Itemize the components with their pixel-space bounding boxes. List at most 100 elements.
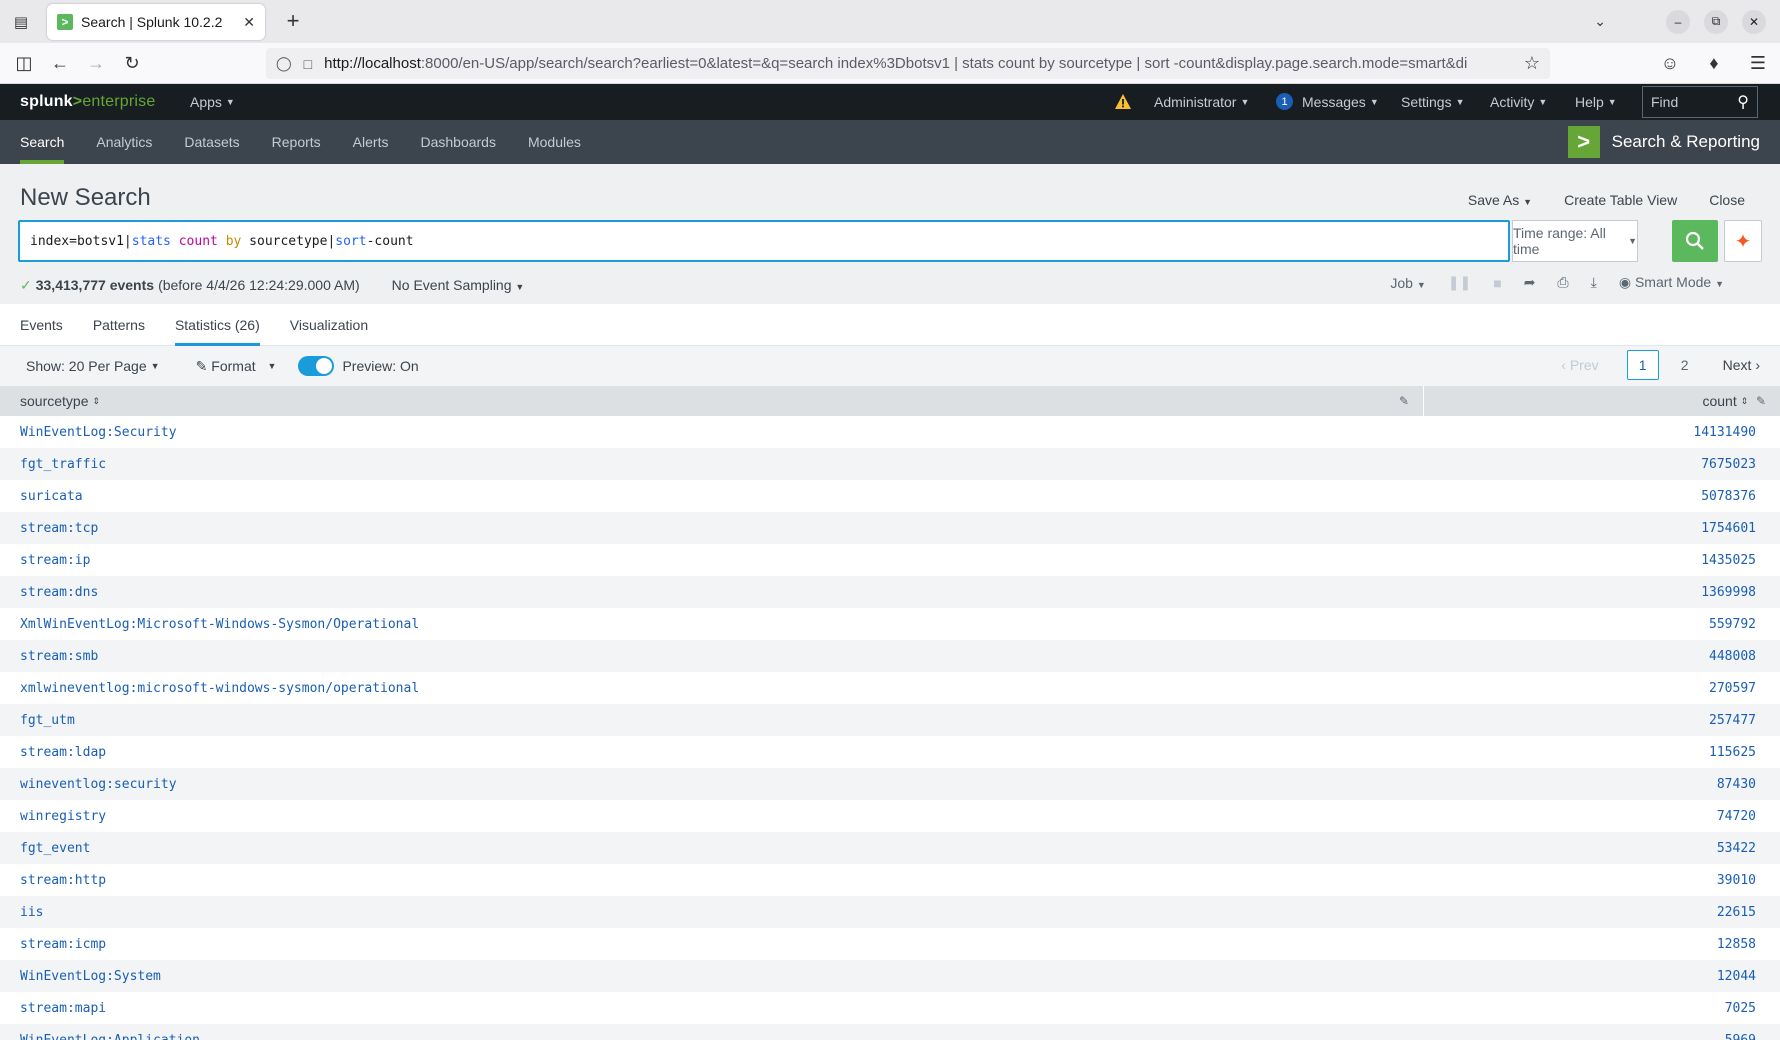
per-page-menu[interactable]: Show: 20 Per Page ▼: [26, 358, 160, 374]
sourcetype-cell[interactable]: stream:ip: [0, 553, 1424, 568]
job-menu[interactable]: Job ▼: [1390, 275, 1425, 291]
sourcetype-cell[interactable]: suricata: [0, 489, 1424, 504]
page-1-button[interactable]: 1: [1626, 350, 1659, 380]
count-cell[interactable]: 74720: [1424, 809, 1780, 824]
count-cell[interactable]: 7025: [1424, 1001, 1780, 1016]
close-button[interactable]: Close: [1709, 192, 1745, 208]
search-icon[interactable]: ⚲: [1737, 92, 1749, 112]
find-input[interactable]: Find ⚲: [1642, 86, 1758, 118]
count-cell[interactable]: 12044: [1424, 969, 1780, 984]
count-cell[interactable]: 39010: [1424, 873, 1780, 888]
sourcetype-cell[interactable]: stream:http: [0, 873, 1424, 888]
account-icon[interactable]: ☺: [1658, 51, 1682, 75]
count-cell[interactable]: 12858: [1424, 937, 1780, 952]
splunk-logo[interactable]: splunk>enterprise: [20, 93, 155, 111]
count-cell[interactable]: 1754601: [1424, 521, 1780, 536]
sourcetype-cell[interactable]: WinEventLog:Application: [0, 1033, 1424, 1040]
sourcetype-cell[interactable]: stream:tcp: [0, 521, 1424, 536]
print-icon[interactable]: ⎙: [1557, 274, 1568, 291]
search-input[interactable]: index=botsv1 | stats count by sourcetype…: [18, 220, 1510, 262]
sourcetype-cell[interactable]: winregistry: [0, 809, 1424, 824]
app-nav-alerts[interactable]: Alerts: [353, 120, 389, 164]
ai-assistant-icon[interactable]: ✦: [1724, 220, 1762, 262]
count-cell[interactable]: 53422: [1424, 841, 1780, 856]
sourcetype-cell[interactable]: fgt_utm: [0, 713, 1424, 728]
smart-mode-menu[interactable]: ◉ Smart Mode ▼: [1619, 274, 1724, 291]
browser-tab[interactable]: > Search | Splunk 10.2.2 ✕: [47, 4, 265, 40]
pause-icon[interactable]: ❚❚: [1448, 274, 1471, 291]
tab-events[interactable]: Events: [20, 304, 63, 346]
new-tab-icon[interactable]: +: [280, 8, 306, 34]
count-cell[interactable]: 1435025: [1424, 553, 1780, 568]
bookmark-star-icon[interactable]: ☆: [1520, 51, 1544, 75]
tab-list-icon[interactable]: ▤: [0, 0, 42, 43]
edit-column-icon[interactable]: ✎: [1399, 394, 1409, 408]
sourcetype-cell[interactable]: stream:dns: [0, 585, 1424, 600]
search-button[interactable]: [1672, 220, 1718, 262]
sourcetype-cell[interactable]: WinEventLog:Security: [0, 425, 1424, 440]
sourcetype-cell[interactable]: xmlwineventlog:microsoft-windows-sysmon/…: [0, 681, 1424, 696]
format-menu[interactable]: ✎ Format ▼: [196, 358, 277, 375]
save-as-menu[interactable]: Save As ▼: [1468, 192, 1532, 208]
tab-statistics[interactable]: Statistics (26): [174, 304, 260, 346]
sourcetype-cell[interactable]: stream:icmp: [0, 937, 1424, 952]
app-title[interactable]: > Search & Reporting: [1567, 126, 1760, 158]
sourcetype-cell[interactable]: WinEventLog:System: [0, 969, 1424, 984]
sourcetype-cell[interactable]: stream:mapi: [0, 1001, 1424, 1016]
close-tab-icon[interactable]: ✕: [243, 14, 255, 31]
stop-icon[interactable]: ■: [1493, 275, 1501, 291]
sidebar-toggle-icon[interactable]: ◫: [12, 51, 36, 75]
export-icon[interactable]: ⤓: [1591, 274, 1597, 291]
count-cell[interactable]: 1369998: [1424, 585, 1780, 600]
minimize-icon[interactable]: –: [1666, 9, 1690, 34]
sourcetype-cell[interactable]: stream:ldap: [0, 745, 1424, 760]
app-nav-analytics[interactable]: Analytics: [96, 120, 152, 164]
close-window-icon[interactable]: ✕: [1742, 9, 1766, 34]
sourcetype-cell[interactable]: iis: [0, 905, 1424, 920]
edit-column-icon[interactable]: ✎: [1756, 394, 1766, 408]
count-cell[interactable]: 87430: [1424, 777, 1780, 792]
count-cell[interactable]: 448008: [1424, 649, 1780, 664]
extensions-icon[interactable]: ♦: [1702, 51, 1726, 75]
help-menu[interactable]: Help ▼: [1575, 94, 1617, 110]
count-cell[interactable]: 257477: [1424, 713, 1780, 728]
share-icon[interactable]: ➦: [1524, 274, 1536, 291]
time-range-picker[interactable]: Time range: All time ▼: [1512, 220, 1638, 262]
count-cell[interactable]: 22615: [1424, 905, 1780, 920]
settings-menu[interactable]: Settings ▼: [1401, 94, 1465, 110]
app-nav-reports[interactable]: Reports: [272, 120, 321, 164]
count-header[interactable]: count ⇕ ✎: [1424, 386, 1780, 416]
back-icon[interactable]: ←: [48, 51, 72, 75]
activity-menu[interactable]: Activity ▼: [1490, 94, 1547, 110]
count-cell[interactable]: 270597: [1424, 681, 1780, 696]
next-page-button[interactable]: Next ›: [1723, 357, 1760, 373]
sourcetype-cell[interactable]: fgt_event: [0, 841, 1424, 856]
count-cell[interactable]: 115625: [1424, 745, 1780, 760]
reload-icon[interactable]: ↻: [120, 51, 144, 75]
create-table-view-button[interactable]: Create Table View: [1564, 192, 1677, 208]
sourcetype-cell[interactable]: stream:smb: [0, 649, 1424, 664]
preview-toggle[interactable]: [298, 356, 335, 376]
page-2-button[interactable]: 2: [1669, 350, 1701, 380]
event-sampling-menu[interactable]: No Event Sampling ▼: [392, 277, 525, 293]
warning-icon[interactable]: [1114, 93, 1132, 111]
count-cell[interactable]: 14131490: [1424, 425, 1780, 440]
app-nav-dashboards[interactable]: Dashboards: [420, 120, 496, 164]
sourcetype-cell[interactable]: wineventlog:security: [0, 777, 1424, 792]
count-cell[interactable]: 559792: [1424, 617, 1780, 632]
count-cell[interactable]: 5969: [1424, 1033, 1780, 1040]
count-cell[interactable]: 5078376: [1424, 489, 1780, 504]
forward-icon[interactable]: →: [84, 51, 108, 75]
tab-overflow-chevron-icon[interactable]: ⌄: [1594, 13, 1606, 30]
tab-visualization[interactable]: Visualization: [290, 304, 368, 346]
sourcetype-cell[interactable]: XmlWinEventLog:Microsoft-Windows-Sysmon/…: [0, 617, 1424, 632]
app-nav-modules[interactable]: Modules: [528, 120, 581, 164]
menu-icon[interactable]: ☰: [1746, 51, 1770, 75]
tab-patterns[interactable]: Patterns: [93, 304, 145, 346]
url-bar[interactable]: ◯ □ http://localhost:8000/en-US/app/sear…: [266, 48, 1550, 79]
apps-menu[interactable]: Apps ▼: [190, 94, 235, 110]
sourcetype-cell[interactable]: fgt_traffic: [0, 457, 1424, 472]
sourcetype-header[interactable]: sourcetype ⇕ ✎: [0, 386, 1424, 416]
messages-menu[interactable]: 1 Messages ▼: [1276, 93, 1379, 110]
prev-page-button[interactable]: ‹ Prev: [1561, 357, 1598, 373]
